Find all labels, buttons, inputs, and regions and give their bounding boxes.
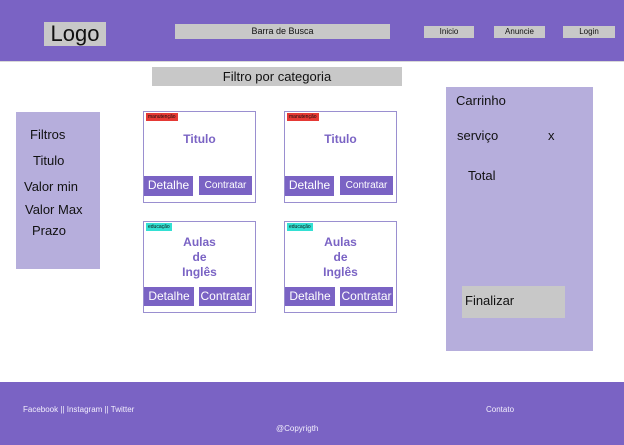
finalize-button[interactable]: Finalizar	[462, 286, 565, 318]
hire-button[interactable]: Contratar	[199, 287, 252, 306]
cart-item-label: serviço	[457, 128, 499, 143]
category-tag: educação	[146, 223, 172, 231]
filters-title: Filtros	[30, 127, 66, 142]
service-card: educação Aulas de Inglês Detalhe Contrat…	[143, 221, 256, 313]
category-tag: manutenção	[146, 113, 178, 121]
detail-button[interactable]: Detalhe	[144, 287, 194, 306]
card-title-line: Aulas	[183, 235, 216, 249]
card-title-line: de	[192, 250, 207, 264]
card-title-line: Aulas	[324, 235, 357, 249]
filters-panel: Filtros Titulo Valor min Valor Max Prazo	[16, 112, 100, 269]
hire-button[interactable]: Contratar	[340, 176, 393, 195]
category-tag: educação	[287, 223, 313, 231]
card-title: Titulo	[183, 132, 216, 146]
cart-total-label: Total	[468, 168, 496, 183]
social-links[interactable]: Facebook || Instagram || Twitter	[23, 405, 134, 415]
detail-button[interactable]: Detalhe	[285, 176, 334, 196]
card-title-line: Inglês	[323, 265, 358, 279]
category-tag: manutenção	[287, 113, 319, 121]
category-filter-bar[interactable]: Filtro por categoria	[152, 67, 402, 86]
remove-item-button[interactable]: x	[548, 128, 555, 143]
card-title-line: Inglês	[182, 265, 217, 279]
filter-prazo[interactable]: Prazo	[32, 223, 66, 238]
card-title: Titulo	[324, 132, 357, 146]
service-card: manutenção Titulo Detalhe Contratar	[284, 111, 397, 203]
detail-button[interactable]: Detalhe	[144, 176, 193, 196]
cart-title: Carrinho	[456, 93, 506, 108]
service-card: manutenção Titulo Detalhe Contratar	[143, 111, 256, 203]
detail-button[interactable]: Detalhe	[285, 287, 335, 306]
nav-anuncie-button[interactable]: Anuncie	[494, 26, 545, 38]
filter-valor-min[interactable]: Valor min	[24, 179, 78, 194]
copyright-text: @Copyrigth	[276, 424, 319, 433]
nav-inicio-button[interactable]: Inicio	[424, 26, 474, 38]
card-title-line: de	[333, 250, 348, 264]
filter-valor-max[interactable]: Valor Max	[25, 202, 83, 217]
search-bar[interactable]: Barra de Busca	[175, 24, 390, 39]
hire-button[interactable]: Contratar	[340, 287, 393, 306]
contact-link[interactable]: Contato	[486, 405, 514, 415]
logo[interactable]: Logo	[44, 22, 106, 46]
nav-login-button[interactable]: Login	[563, 26, 615, 38]
service-card: educação Aulas de Inglês Detalhe Contrat…	[284, 221, 397, 313]
filter-titulo[interactable]: Titulo	[33, 153, 64, 168]
footer: Facebook || Instagram || Twitter Contato…	[0, 382, 624, 445]
hire-button[interactable]: Contratar	[199, 176, 252, 195]
